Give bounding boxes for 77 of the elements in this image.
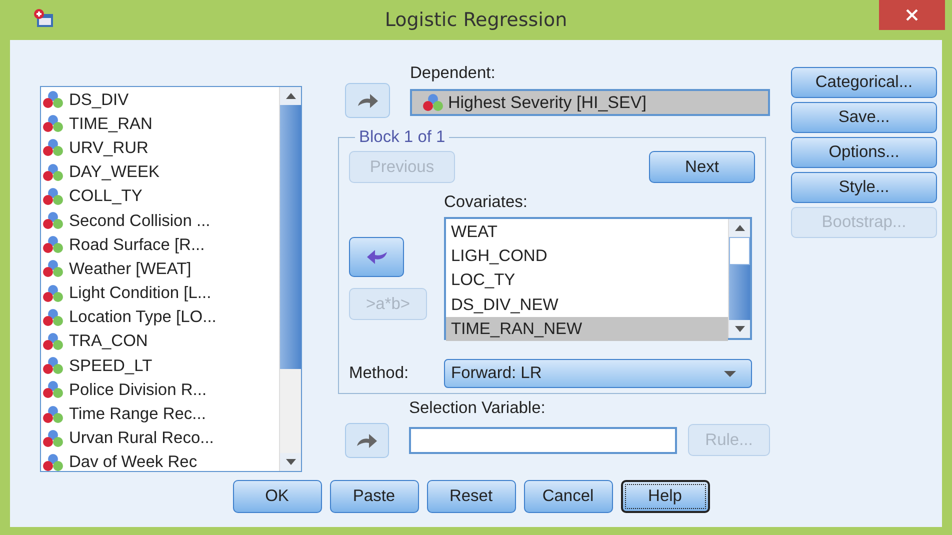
variable-icon — [42, 284, 64, 304]
scrollbar-thumb[interactable] — [729, 237, 750, 265]
dialog-button[interactable]: Style... — [791, 172, 937, 203]
variable-item[interactable]: Urvan Rural Reco... — [41, 426, 279, 451]
variable-icon — [42, 428, 64, 449]
variable-icon — [42, 114, 64, 134]
variable-icon — [42, 380, 64, 400]
close-icon — [906, 9, 918, 21]
dialog-button[interactable]: OK — [232, 480, 322, 513]
dependent-label: Dependent: — [410, 64, 496, 83]
scroll-up-icon[interactable] — [734, 225, 744, 231]
covariates-label: Covariates: — [444, 193, 528, 212]
close-button[interactable] — [879, 0, 945, 30]
variable-item[interactable]: Police Division R... — [41, 378, 279, 402]
covariates-list[interactable]: WEAT LIGH_COND LOC_TY DS_DIV_NEW TIME_RAN_NEW — [444, 217, 752, 340]
variable-item[interactable]: Road Surface [R... — [41, 233, 279, 258]
variable-item[interactable]: COLL_TY — [41, 184, 279, 209]
next-button[interactable]: Next — [649, 151, 755, 183]
variable-icon — [42, 90, 64, 110]
variable-item[interactable]: Dav of Week Rec — [41, 450, 279, 471]
variable-item[interactable]: Light Condition [L... — [41, 282, 279, 306]
dialog-button[interactable]: Options... — [791, 137, 937, 168]
method-label: Method: — [349, 364, 410, 383]
variable-list[interactable] — [40, 86, 302, 472]
variable-icon — [42, 186, 64, 207]
selection-variable-label: Selection Variable: — [409, 399, 546, 418]
variable-item[interactable]: SPEED_LT — [41, 354, 279, 378]
scrollbar[interactable] — [279, 87, 301, 471]
covariate-item[interactable]: DS_DIV_NEW — [446, 292, 728, 317]
covariate-item[interactable]: LIGH_COND — [446, 244, 728, 268]
variable-icon — [42, 138, 64, 158]
variable-icon — [42, 452, 64, 471]
move-button[interactable] — [345, 83, 390, 118]
variable-item[interactable]: Weather [WEAT] — [41, 257, 279, 282]
dropdown-arrow-icon — [723, 370, 737, 378]
covariate-item[interactable]: TIME_RAN_NEW — [446, 316, 728, 341]
app-icon — [32, 8, 54, 28]
variable-item[interactable]: TIME_RAN — [41, 112, 279, 136]
variable-icon — [42, 211, 64, 232]
scrollbar[interactable] — [728, 219, 750, 338]
dialog-button[interactable]: Paste — [330, 480, 418, 513]
scrollbar-thumb[interactable] — [280, 105, 301, 370]
arrow-right-icon — [355, 432, 379, 450]
move-back-button[interactable] — [349, 237, 404, 277]
variable-icon — [42, 162, 64, 183]
variable-icon — [422, 92, 444, 112]
variable-icon — [42, 332, 64, 352]
selection-variable-field[interactable] — [409, 426, 677, 454]
dialog-button[interactable]: Save... — [791, 102, 937, 133]
variable-item[interactable]: TRA_CON — [41, 330, 279, 354]
variable-icon — [42, 404, 64, 425]
variable-icon — [42, 235, 64, 256]
scroll-up-icon[interactable] — [286, 93, 296, 99]
variable-item[interactable]: Time Range Rec... — [41, 402, 279, 427]
arrow-left-icon — [364, 248, 388, 266]
variable-item[interactable]: DS_DIV — [41, 88, 279, 112]
dialog-button[interactable]: Help — [620, 480, 710, 513]
variable-icon — [42, 356, 64, 376]
variable-item[interactable]: DAY_WEEK — [41, 160, 279, 185]
variable-icon — [42, 308, 64, 328]
variable-item[interactable]: Second Collision ... — [41, 208, 279, 234]
dialog-button[interactable]: Cancel — [524, 480, 612, 513]
covariate-item[interactable]: LOC_TY — [446, 268, 728, 293]
variable-item[interactable]: Location Type [LO... — [41, 306, 279, 330]
variable-icon — [42, 259, 64, 280]
move-button[interactable] — [345, 423, 389, 458]
window-title: Logistic Regression — [384, 9, 568, 31]
scroll-down-icon[interactable] — [734, 326, 744, 332]
scroll-down-icon[interactable] — [286, 459, 296, 465]
block-title: Block 1 of 1 — [358, 128, 446, 147]
arrow-right-icon — [356, 92, 380, 110]
dialog-button[interactable]: Reset — [426, 480, 516, 513]
variable-item[interactable]: URV_RUR — [41, 136, 279, 161]
dialog-button[interactable]: Categorical... — [791, 67, 937, 98]
covariate-item[interactable]: WEAT — [446, 220, 728, 244]
method-dropdown[interactable]: Forward: LR — [444, 359, 752, 388]
dependent-field[interactable]: Highest Severity [HI_SEV] — [410, 89, 770, 116]
